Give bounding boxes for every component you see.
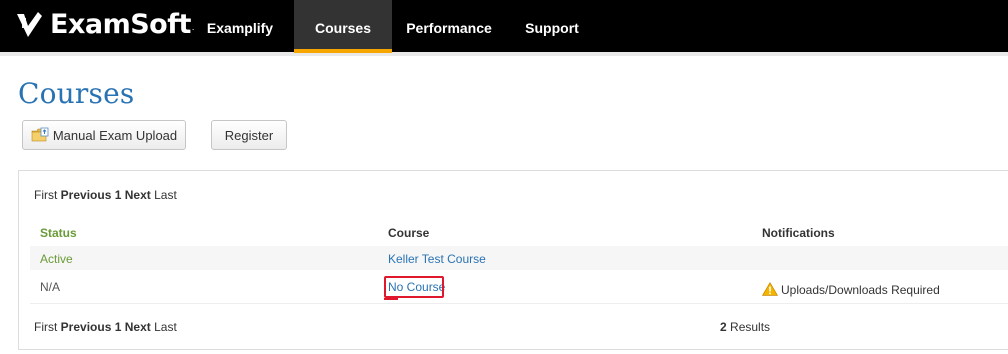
- notification-text: Uploads/Downloads Required: [781, 283, 940, 297]
- row-status: N/A: [40, 280, 61, 294]
- pager-last-link[interactable]: Last: [154, 320, 177, 334]
- manual-exam-upload-button[interactable]: Manual Exam Upload: [22, 120, 186, 150]
- examsoft-logo[interactable]: ExamSoft .: [14, 9, 194, 41]
- pager-first-link[interactable]: First: [34, 188, 57, 202]
- pager-current-page: 1: [114, 320, 122, 334]
- pager-previous-link[interactable]: Previous: [61, 320, 112, 334]
- row-notification[interactable]: Uploads/Downloads Required: [761, 282, 940, 297]
- logo-text: ExamSoft: [50, 9, 191, 40]
- column-header-status[interactable]: Status: [40, 226, 77, 240]
- warning-triangle-icon: [761, 282, 779, 296]
- manual-exam-upload-label: Manual Exam Upload: [52, 127, 178, 143]
- column-header-notifications[interactable]: Notifications: [762, 226, 835, 240]
- row-status: Active: [40, 252, 73, 266]
- results-label: Results: [730, 320, 771, 334]
- nav-underline-strip: [0, 52, 1008, 56]
- tab-performance[interactable]: Performance: [396, 0, 502, 52]
- pager-current-page: 1: [114, 188, 122, 202]
- examsoft-check-mark-icon: [17, 12, 42, 37]
- column-header-course[interactable]: Course: [388, 226, 429, 240]
- folder-upload-icon: [31, 127, 49, 143]
- page-title: Courses: [18, 77, 135, 110]
- table-row: [30, 246, 1008, 270]
- results-count: 2 Results: [720, 320, 770, 334]
- logo-trademark: .: [191, 22, 195, 32]
- pager-previous-link[interactable]: Previous: [61, 188, 112, 202]
- annotation-highlight-box: [384, 276, 444, 300]
- pager-last-link[interactable]: Last: [154, 188, 177, 202]
- tab-courses[interactable]: Courses: [294, 0, 392, 53]
- pager-next-link[interactable]: Next: [125, 320, 151, 334]
- pager-top: First Previous 1 Next Last: [34, 188, 177, 202]
- register-button[interactable]: Register: [211, 120, 287, 150]
- tab-examplify[interactable]: Examplify: [200, 0, 280, 52]
- register-label: Register: [224, 127, 274, 143]
- results-number: 2: [720, 320, 727, 334]
- pager-first-link[interactable]: First: [34, 320, 57, 334]
- pager-next-link[interactable]: Next: [125, 188, 151, 202]
- pager-bottom: First Previous 1 Next Last: [34, 320, 177, 334]
- course-link[interactable]: Keller Test Course: [388, 252, 486, 266]
- tab-support[interactable]: Support: [514, 0, 590, 52]
